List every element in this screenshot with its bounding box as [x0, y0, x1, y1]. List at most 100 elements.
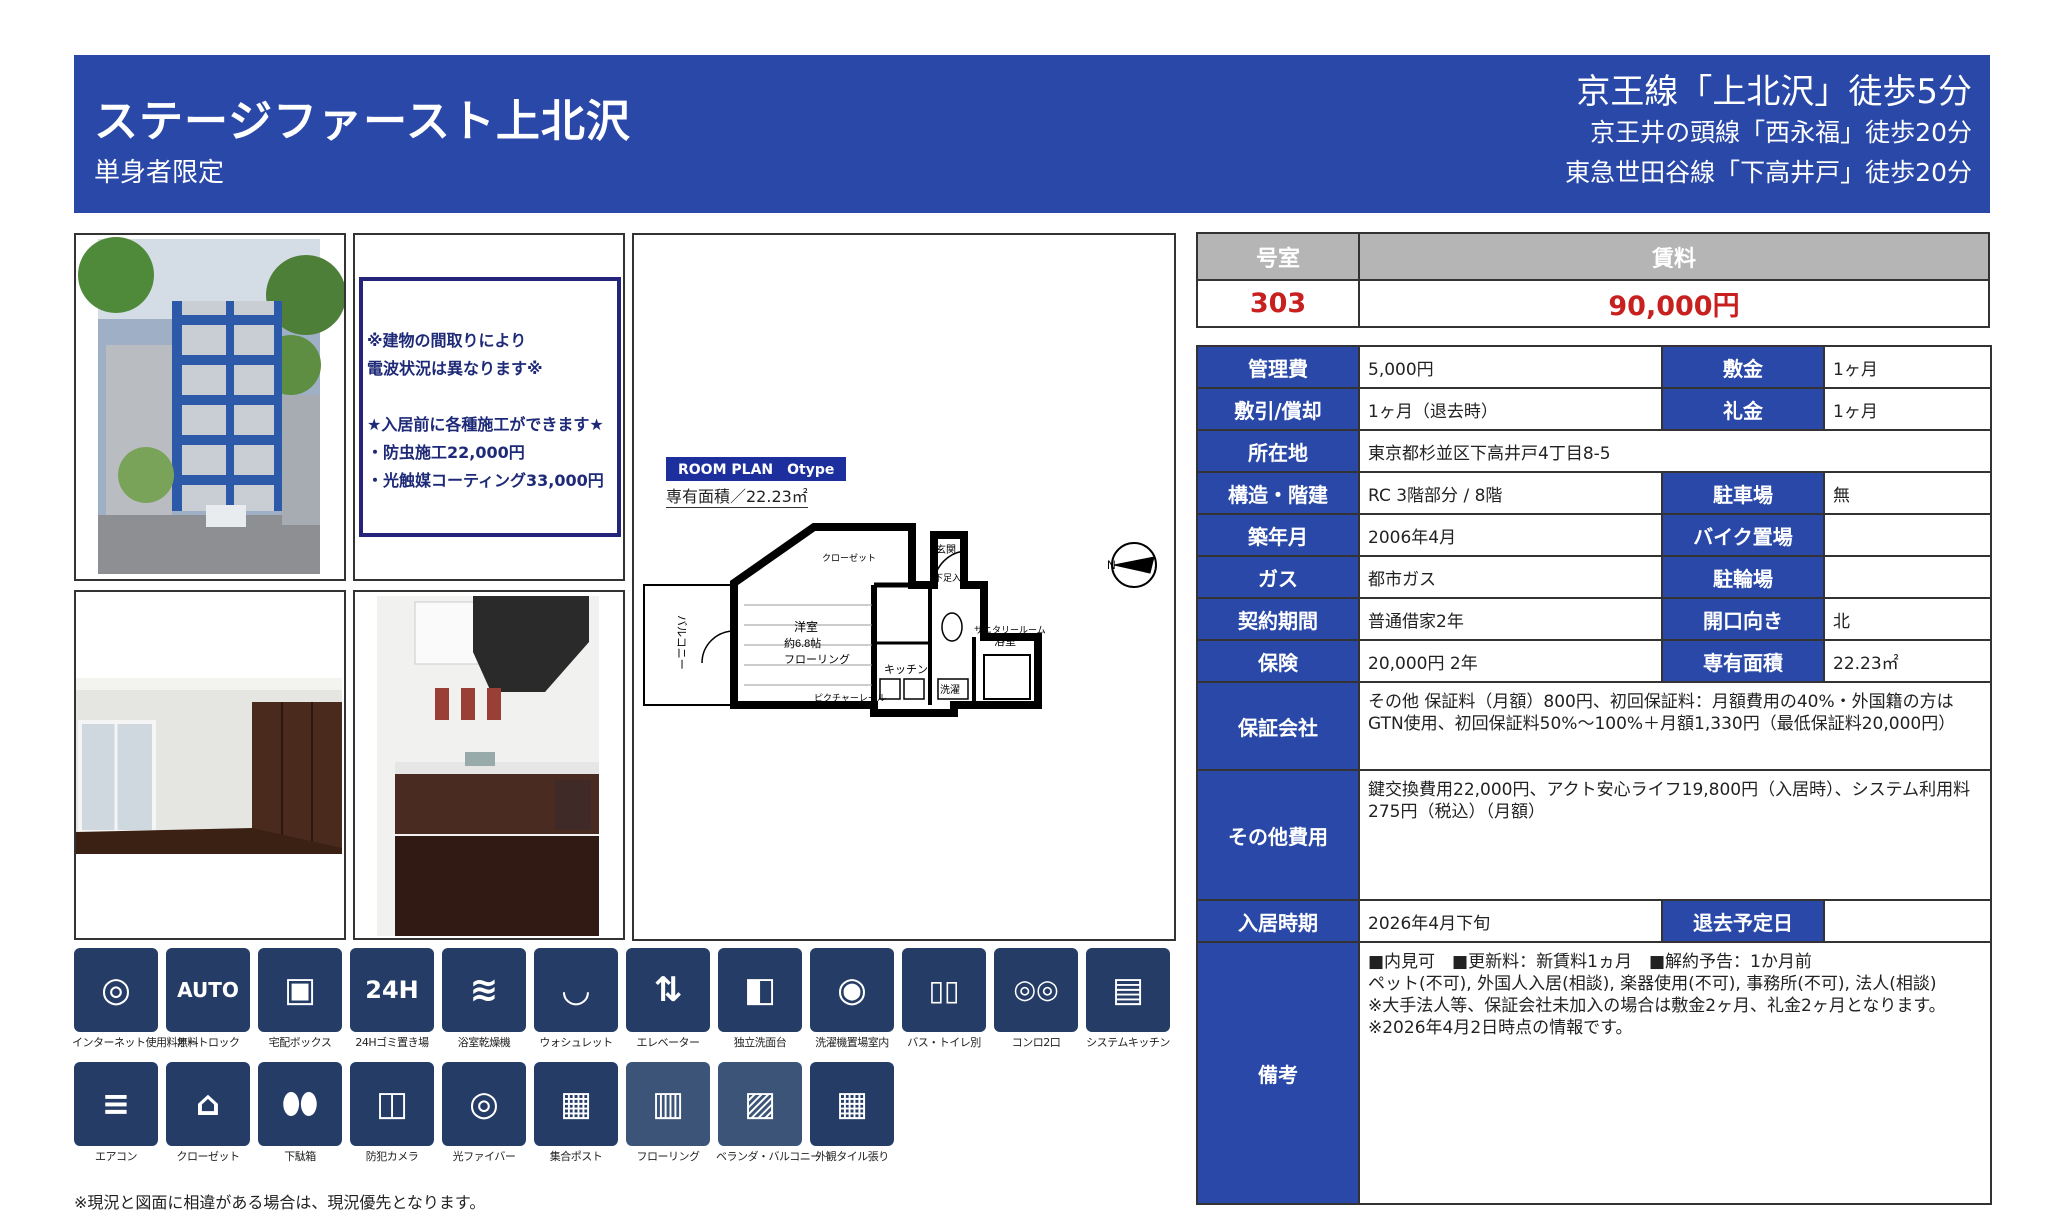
amenity-system-kitchen: ▤ システムキッチン	[1084, 948, 1172, 1049]
amenity-label: 防犯カメラ	[365, 1150, 419, 1163]
notice-line-1: ※建物の間取りにより	[367, 331, 527, 350]
parking-value: 無	[1823, 471, 1992, 515]
amenity-bath-dryer: ≋ 浴室乾燥機	[440, 948, 528, 1049]
remarks-line-2: ペット(不可), 外国人入居(相談), 楽器使用(不可), 事務所(不可), 法…	[1368, 974, 1937, 994]
elevator-icon: ⇅	[626, 948, 710, 1032]
bath-dryer-icon: ≋	[442, 948, 526, 1032]
notice-panel: ※建物の間取りにより 電波状況は異なります※ ★入居前に各種施工ができます★ ・…	[353, 233, 625, 581]
amenity-garbage-24h: 24H 24Hゴミ置き場	[348, 948, 436, 1049]
amenity-fiber-optic: ◎ 光ファイバー	[440, 1062, 528, 1163]
remarks-line-4: ※2026年4月2日時点の情報です。	[1368, 1018, 1633, 1038]
mgmt-fee-value: 5,000円	[1358, 345, 1663, 389]
notice-line-5: ・光触媒コーティング33,000円	[367, 471, 604, 490]
amenity-label: エレベーター	[636, 1036, 701, 1049]
floor-plan-drawing: 洋室 約6.8帖 フローリング クローゼット 玄関 下足入 サニタリールーム 浴…	[643, 523, 1157, 717]
structure-label: 構造・階建	[1196, 471, 1360, 515]
amenity-label: バス・トイレ別	[907, 1036, 981, 1049]
amenity-flooring: ▥ フローリング	[624, 1062, 712, 1163]
bath-label: 浴室	[994, 634, 1016, 648]
rent-header: 賃料	[1651, 246, 1696, 272]
remarks-line-1: ■内見可 ■更新料：新賃料1ヵ月 ■解約予告：1か月前	[1368, 952, 1812, 972]
closet-icon: ⌂	[166, 1062, 250, 1146]
header-banner: ステージファースト上北沢 単身者限定 京王線「上北沢」徒歩5分 京王井の頭線「西…	[74, 55, 1990, 213]
bicycle-parking-value	[1823, 555, 1992, 599]
amenity-label: エアコン	[95, 1150, 138, 1163]
bicycle-parking-label: 駐輪場	[1661, 555, 1825, 599]
amenity-label: ベランダ・バルコニー	[716, 1150, 821, 1163]
north-label: N	[1107, 558, 1116, 572]
move-in-value: 2026年4月下旬	[1358, 899, 1663, 943]
amenity-label: 外観タイル張り	[815, 1150, 889, 1163]
table-row: その他費用 鍵交換費用22,000円、アクト安心ライフ19,800円（入居時）、…	[1196, 769, 1992, 901]
table-row: ガス 都市ガス 駐輪場	[1196, 555, 1992, 599]
station-access: 京王線「上北沢」徒歩5分 京王井の頭線「西永福」徒歩20分 東急世田谷線「下高井…	[1565, 71, 1972, 193]
notice-line-4: ・防虫施工22,000円	[367, 443, 525, 462]
move-in-label: 入居時期	[1196, 899, 1360, 943]
internet-icon: ◎	[74, 948, 158, 1032]
shikibiki-label: 敷引/償却	[1196, 387, 1360, 431]
station-3: 東急世田谷線「下高井戸」徒歩20分	[1565, 158, 1972, 187]
table-row: 保険 20,000円 2年 専有面積 22.23㎡	[1196, 639, 1992, 683]
amenity-bath-toilet-separate: ▯▯ バス・トイレ別	[900, 948, 988, 1049]
amenity-autolock: AUTO オートロック	[164, 948, 252, 1049]
station-main: 京王線「上北沢」徒歩5分	[1576, 72, 1972, 112]
shoe-box-icon: ⬮⬮	[258, 1062, 342, 1146]
room-rent-table: 号室 賃料 303 90,000円	[1196, 232, 1990, 328]
station-2: 京王井の頭線「西永福」徒歩20分	[1590, 118, 1972, 147]
mailbox-icon: ▦	[534, 1062, 618, 1146]
washing-machine-icon: ◉	[810, 948, 894, 1032]
contract-value: 普通借家2年	[1358, 597, 1663, 641]
amenity-label: 洗濯機置場室内	[815, 1036, 889, 1049]
amenity-label: フローリング	[636, 1150, 701, 1163]
parking-label: 駐車場	[1661, 471, 1825, 515]
area-value: 22.23㎡	[1823, 639, 1992, 683]
amenity-stove: ◎◎ コンロ2口	[992, 948, 1080, 1049]
entrance-label: 玄関	[936, 543, 956, 556]
kitchen-label: キッチン	[884, 663, 928, 676]
flooring-icon: ▥	[626, 1062, 710, 1146]
laundry-label: 洗濯	[940, 684, 960, 696]
washbasin-icon: ◧	[718, 948, 802, 1032]
sanitary-label: サニタリールーム	[974, 625, 1046, 635]
deposit-label: 敷金	[1661, 345, 1825, 389]
room-photo-image	[76, 678, 342, 854]
floor-plan: 洋室 約6.8帖 フローリング クローゼット 玄関 下足入 サニタリールーム 浴…	[632, 233, 1176, 941]
amenity-label: インターネット使用料無料	[72, 1036, 199, 1049]
balcony-label: バルコニー	[675, 615, 688, 670]
washlet-icon: ◡	[534, 948, 618, 1032]
rent-value: 90,000円	[1608, 291, 1740, 322]
amenity-label: 24Hゴミ置き場	[355, 1036, 429, 1049]
system-kitchen-icon: ▤	[1086, 948, 1170, 1032]
kitchen-photo-image	[377, 596, 599, 936]
amenity-air-conditioner: ≡ エアコン	[72, 1062, 160, 1163]
garbage-24h-icon: 24H	[350, 948, 434, 1032]
closet-label: クローゼット	[822, 552, 876, 563]
amenity-label: 浴室乾燥機	[457, 1036, 511, 1049]
amenity-label: 光ファイバー	[452, 1150, 516, 1163]
facing-label: 開口向き	[1661, 597, 1825, 641]
amenity-label: ウォシュレット	[539, 1036, 613, 1049]
move-out-value	[1823, 899, 1992, 943]
gas-value: 都市ガス	[1358, 555, 1663, 599]
property-details-table: 管理費 5,000円 敷金 1ヶ月 敷引/償却 1ヶ月（退去時） 礼金 1ヶ月 …	[1196, 345, 1992, 1205]
bike-parking-value	[1823, 513, 1992, 557]
amenity-washing-machine: ◉ 洗濯機置場室内	[808, 948, 896, 1049]
amenity-label: 宅配ボックス	[268, 1036, 332, 1049]
area-label: 専有面積	[1661, 639, 1825, 683]
amenity-label: システムキッチン	[1086, 1036, 1170, 1049]
amenity-internet: ◎ インターネット使用料無料	[72, 948, 199, 1049]
remarks-value: ■内見可 ■更新料：新賃料1ヵ月 ■解約予告：1か月前 ペット(不可), 外国人…	[1358, 941, 1992, 1205]
table-row: 備考 ■内見可 ■更新料：新賃料1ヵ月 ■解約予告：1か月前 ペット(不可), …	[1196, 941, 1992, 1205]
amenity-label: コンロ2口	[1011, 1036, 1061, 1049]
key-money-value: 1ヶ月	[1823, 387, 1992, 431]
room-western-label: 洋室	[794, 619, 818, 634]
guarantor-value: その他 保証料（月額）800円、初回保証料：月額費用の40%・外国籍の方はGTN…	[1358, 681, 1992, 771]
room-number-value: 303	[1198, 281, 1360, 326]
address-label: 所在地	[1196, 429, 1360, 473]
notice-frame: ※建物の間取りにより 電波状況は異なります※ ★入居前に各種施工ができます★ ・…	[359, 277, 621, 537]
room-western-size: 約6.8帖	[784, 636, 821, 650]
guarantor-label: 保証会社	[1196, 681, 1360, 771]
table-row: 所在地 東京都杉並区下高井戸4丁目8-5	[1196, 429, 1992, 473]
building-photo-image	[78, 237, 344, 574]
remarks-line-3: ※大手法人等、保証会社未加入の場合は敷金2ヶ月、礼金2ヶ月となります。	[1368, 996, 1946, 1016]
